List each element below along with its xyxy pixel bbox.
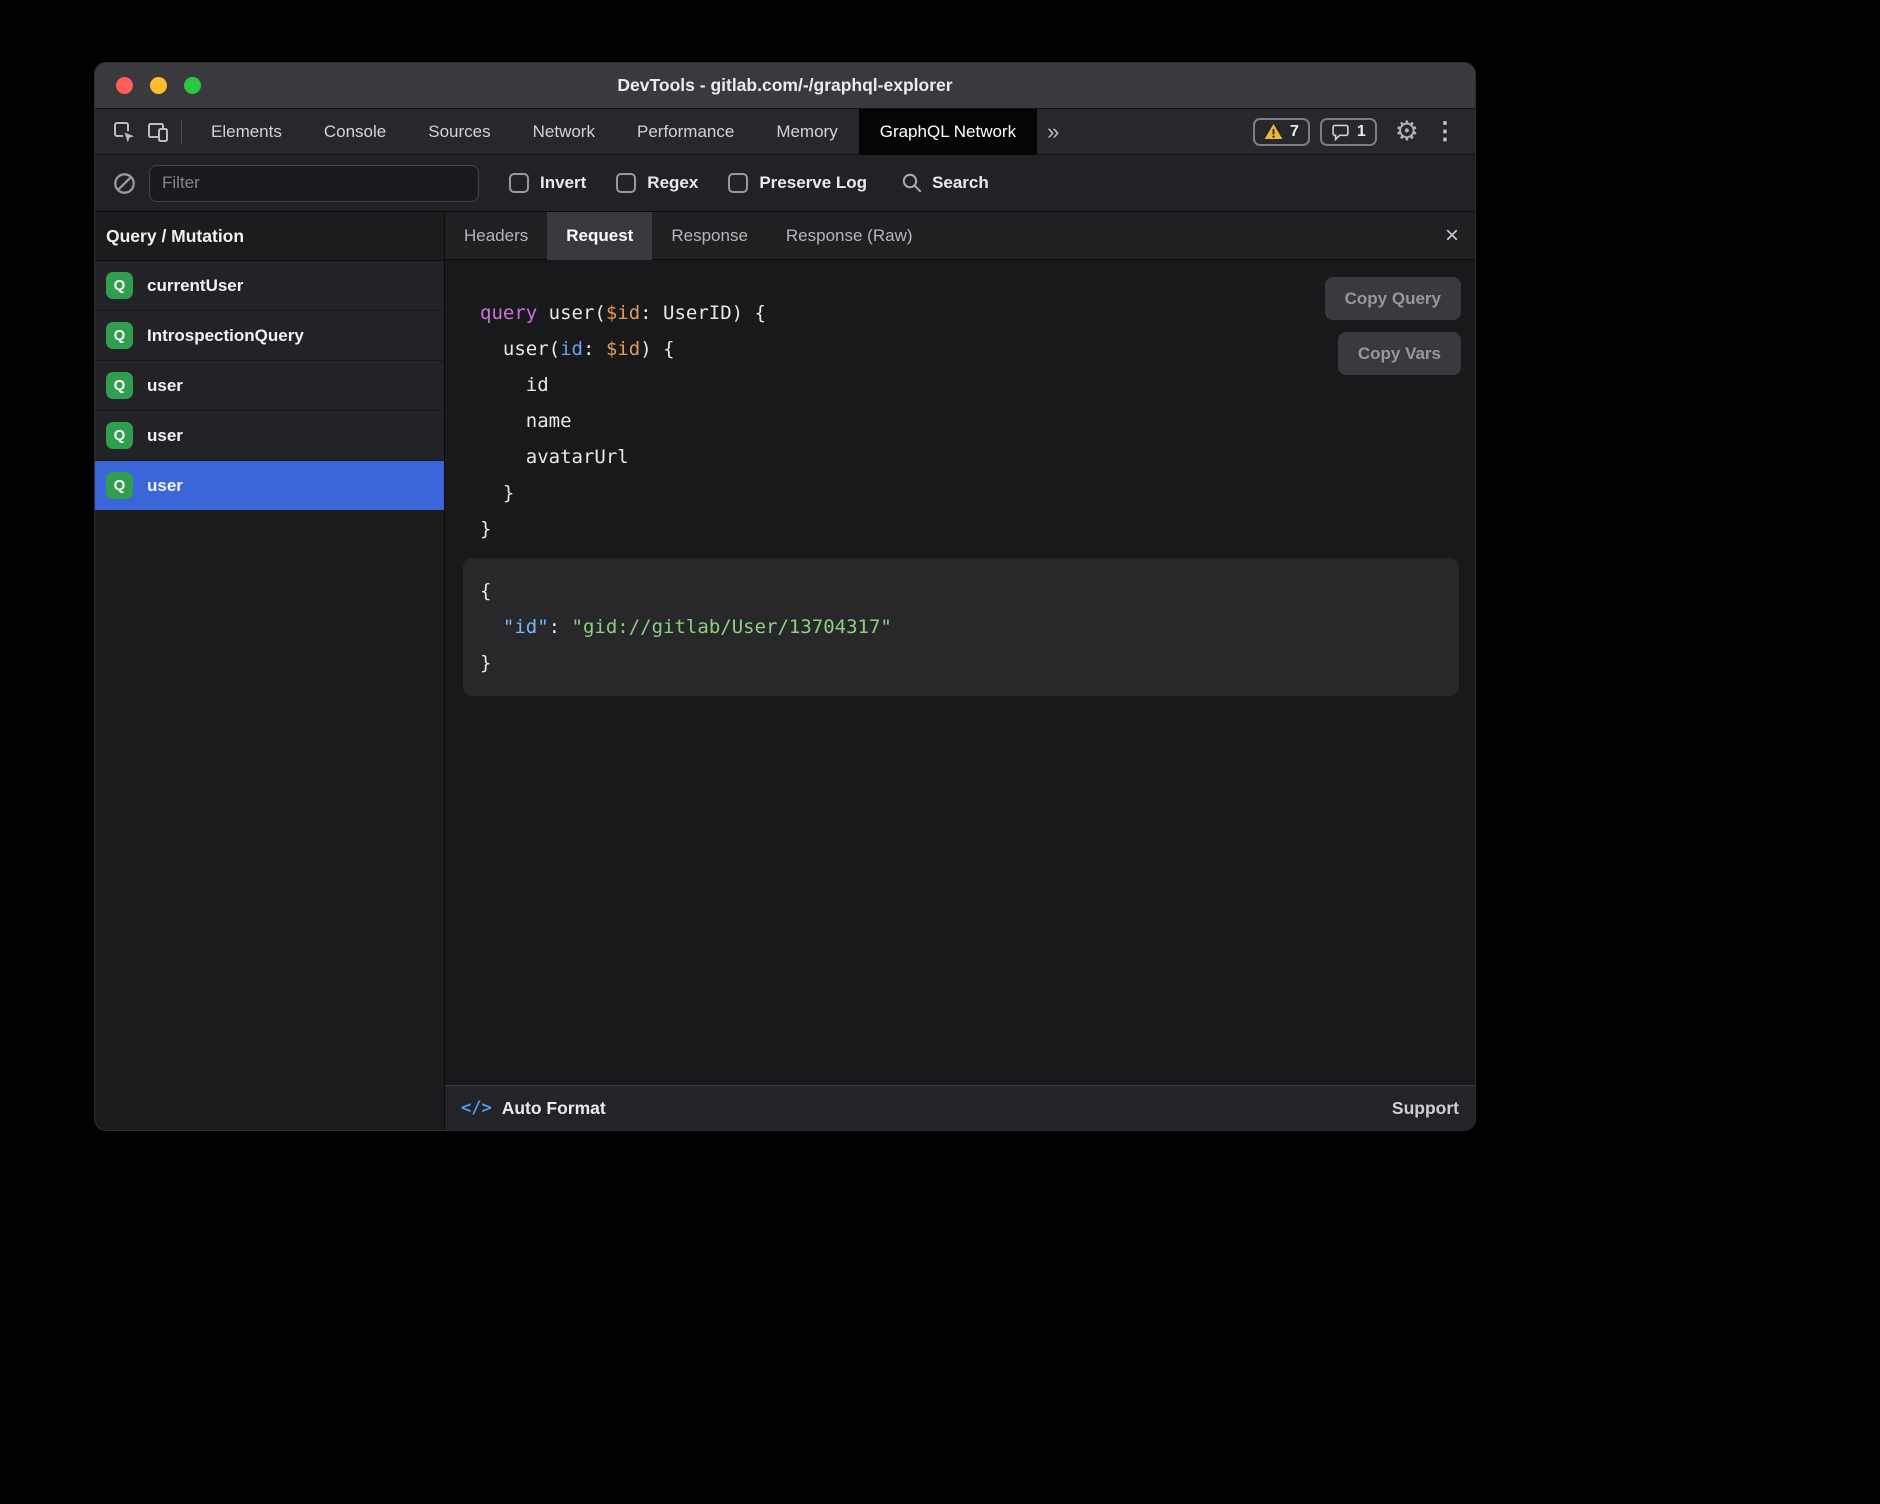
detail-footer: </> Auto Format Support <box>445 1085 1475 1130</box>
customize-menu-icon[interactable]: ⋮ <box>1429 117 1461 146</box>
query-list-header: Query / Mutation <box>95 212 444 261</box>
code-format-icon: </> <box>461 1098 492 1118</box>
tab-console[interactable]: Console <box>303 109 407 155</box>
main-split: Query / Mutation Q currentUser Q Introsp… <box>95 212 1475 1130</box>
devtools-window: DevTools - gitlab.com/-/graphql-explorer… <box>95 63 1475 1130</box>
window-title: DevTools - gitlab.com/-/graphql-explorer <box>95 75 1475 96</box>
graphql-query-code: query user($id: UserID) { user(id: $id) … <box>480 295 766 547</box>
tab-sources[interactable]: Sources <box>407 109 511 155</box>
preserve-log-checkbox-box <box>728 173 748 193</box>
messages-badge[interactable]: 1 <box>1320 118 1377 146</box>
settings-gear-icon[interactable]: ⚙ <box>1395 118 1419 145</box>
invert-checkbox-box <box>509 173 529 193</box>
detail-tab-bar: Headers Request Response Response (Raw) … <box>445 212 1475 260</box>
list-item-label: user <box>147 426 183 446</box>
filter-input[interactable] <box>149 165 479 202</box>
tab-elements[interactable]: Elements <box>190 109 303 155</box>
request-content: Copy Query Copy Vars query user($id: Use… <box>445 260 1475 1085</box>
filter-bar: Invert Regex Preserve Log Search <box>95 155 1475 212</box>
warning-icon <box>1264 123 1283 140</box>
more-tabs-chevron[interactable]: » <box>1037 119 1069 145</box>
warnings-count: 7 <box>1290 123 1299 141</box>
copy-query-button[interactable]: Copy Query <box>1325 277 1461 320</box>
clear-block-icon[interactable] <box>113 172 136 195</box>
support-link[interactable]: Support <box>1392 1098 1459 1119</box>
close-detail-icon[interactable]: × <box>1445 224 1459 248</box>
copy-vars-button[interactable]: Copy Vars <box>1338 332 1461 375</box>
list-item-label: user <box>147 476 183 496</box>
query-type-badge: Q <box>106 272 133 299</box>
toolbar-divider <box>181 120 182 144</box>
message-icon <box>1331 123 1350 141</box>
preserve-log-checkbox[interactable]: Preserve Log <box>728 173 867 193</box>
inspect-icon <box>112 120 136 144</box>
inspect-element-button[interactable] <box>107 115 141 149</box>
list-item-user-1[interactable]: Q user <box>95 361 444 411</box>
list-item-label: user <box>147 376 183 396</box>
tab-response[interactable]: Response <box>652 212 767 260</box>
tab-network[interactable]: Network <box>512 109 616 155</box>
invert-checkbox[interactable]: Invert <box>509 173 586 193</box>
toggle-device-toolbar-button[interactable] <box>141 115 175 149</box>
auto-format-button[interactable]: Auto Format <box>502 1098 606 1119</box>
tab-headers[interactable]: Headers <box>445 212 547 260</box>
query-type-badge: Q <box>106 472 133 499</box>
tab-graphql-network[interactable]: GraphQL Network <box>859 109 1037 155</box>
tab-memory[interactable]: Memory <box>755 109 858 155</box>
devtools-tab-bar: Elements Console Sources Network Perform… <box>95 109 1475 155</box>
list-item-label: currentUser <box>147 276 243 296</box>
tab-response-raw[interactable]: Response (Raw) <box>767 212 932 260</box>
search-label: Search <box>932 173 989 193</box>
query-variables-box: { "id": "gid://gitlab/User/13704317"} <box>463 558 1459 696</box>
list-item-currentuser[interactable]: Q currentUser <box>95 261 444 311</box>
query-list-panel: Query / Mutation Q currentUser Q Introsp… <box>95 212 445 1130</box>
list-item-user-3-selected[interactable]: Q user <box>95 461 444 511</box>
list-item-label: IntrospectionQuery <box>147 326 304 346</box>
invert-checkbox-label: Invert <box>540 173 586 193</box>
regex-checkbox[interactable]: Regex <box>616 173 698 193</box>
list-item-introspectionquery[interactable]: Q IntrospectionQuery <box>95 311 444 361</box>
query-type-badge: Q <box>106 372 133 399</box>
regex-checkbox-box <box>616 173 636 193</box>
search-icon <box>901 172 923 194</box>
tab-request[interactable]: Request <box>547 212 652 260</box>
warnings-badge[interactable]: 7 <box>1253 118 1310 146</box>
regex-checkbox-label: Regex <box>647 173 698 193</box>
tab-performance[interactable]: Performance <box>616 109 755 155</box>
messages-count: 1 <box>1357 123 1366 141</box>
query-type-badge: Q <box>106 422 133 449</box>
preserve-log-checkbox-label: Preserve Log <box>759 173 867 193</box>
query-type-badge: Q <box>106 322 133 349</box>
list-item-user-2[interactable]: Q user <box>95 411 444 461</box>
detail-panel: Headers Request Response Response (Raw) … <box>445 212 1475 1130</box>
title-bar: DevTools - gitlab.com/-/graphql-explorer <box>95 63 1475 109</box>
search-toggle[interactable]: Search <box>901 172 989 194</box>
query-variables-code: { "id": "gid://gitlab/User/13704317"} <box>480 573 1459 681</box>
device-toolbar-icon <box>146 120 170 144</box>
